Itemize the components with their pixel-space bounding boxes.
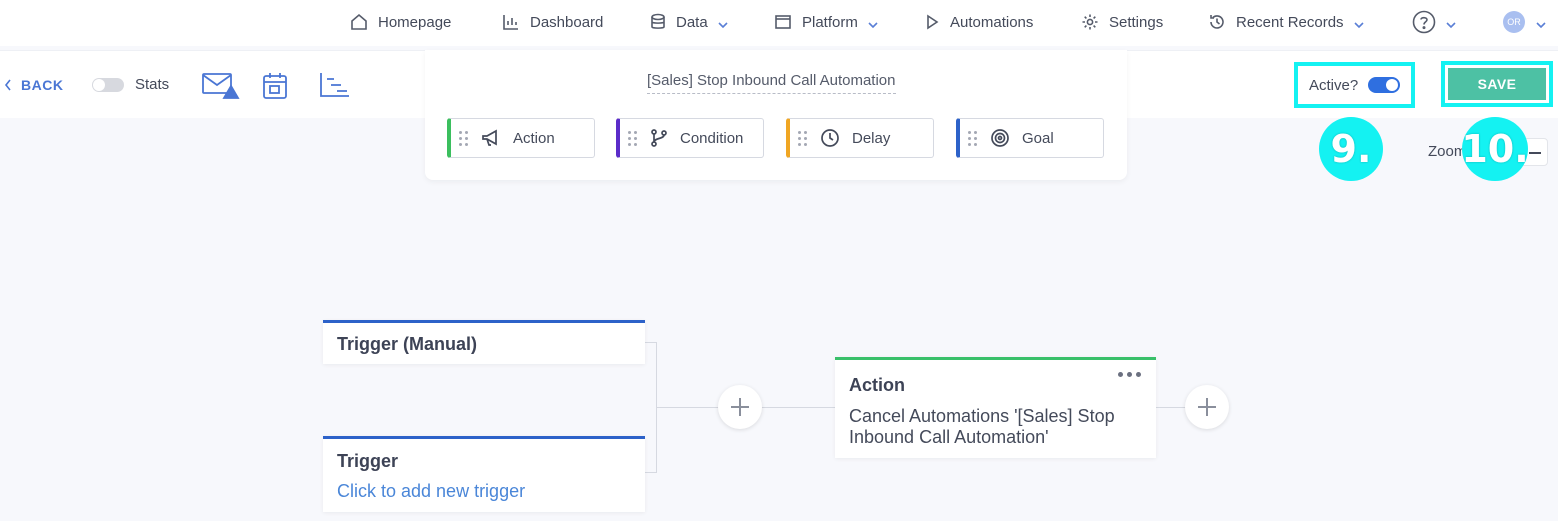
palette-block-label: Action	[513, 129, 555, 147]
email-warning-icon[interactable]	[201, 71, 243, 106]
annotation-badge-9: 9.	[1319, 117, 1383, 181]
palette-block-label: Condition	[680, 129, 744, 147]
clock-icon	[821, 129, 839, 147]
palette-block-label: Delay	[852, 129, 891, 147]
node-title: Trigger (Manual)	[337, 334, 478, 354]
drag-handle-icon[interactable]	[459, 130, 468, 146]
save-highlight: SAVE	[1441, 61, 1553, 107]
chevron-left-icon	[4, 79, 11, 91]
nav-settings[interactable]: Settings	[1081, 0, 1163, 44]
active-label: Active?	[1309, 76, 1359, 94]
nav-dashboard[interactable]: Dashboard	[502, 0, 603, 44]
palette-block-label: Goal	[1022, 129, 1054, 147]
nav-recent-records-label: Recent Records	[1236, 13, 1344, 31]
connector-line	[644, 472, 657, 473]
trigger-node[interactable]: Trigger Click to add new trigger	[323, 436, 645, 512]
nav-settings-label: Settings	[1109, 13, 1164, 31]
database-icon	[651, 13, 665, 29]
megaphone-icon	[482, 129, 497, 146]
avatar-menu[interactable]	[1536, 0, 1546, 44]
add-trigger-link[interactable]: Click to add new trigger	[337, 481, 525, 502]
back-label: BACK	[21, 77, 64, 93]
chevron-down-icon	[868, 17, 878, 29]
nav-dashboard-label: Dashboard	[530, 13, 604, 31]
connector-line	[1155, 407, 1187, 408]
nav-automations-label: Automations	[950, 13, 1034, 31]
branch-icon	[651, 129, 667, 147]
action-node[interactable]: Action Cancel Automations '[Sales] Stop …	[835, 357, 1156, 458]
stats-toggle[interactable]	[92, 78, 124, 92]
automation-name[interactable]: [Sales] Stop Inbound Call Automation	[647, 72, 896, 94]
chevron-down-icon	[1446, 17, 1456, 29]
add-step-button[interactable]	[1185, 385, 1229, 429]
chevron-down-icon	[1353, 17, 1364, 29]
annotation-badge-10: 10.	[1461, 117, 1529, 181]
action-description: Cancel Automations '[Sales] Stop Inbound…	[849, 406, 1115, 447]
nav-data-label: Data	[676, 13, 708, 31]
chevron-down-icon	[1536, 17, 1546, 29]
palette-block-delay[interactable]: Delay	[786, 118, 934, 158]
chevron-down-icon	[718, 17, 728, 29]
nav-homepage-label: Homepage	[378, 13, 452, 31]
avatar[interactable]: OR	[1503, 11, 1525, 33]
more-options-icon[interactable]	[1118, 372, 1141, 377]
back-button[interactable]: BACK	[4, 77, 63, 93]
top-nav: Homepage Dashboard Data Platform Automat…	[0, 0, 1558, 46]
window-icon	[775, 15, 791, 29]
drag-handle-icon[interactable]	[968, 130, 977, 146]
trigger-manual-node[interactable]: Trigger (Manual)	[323, 320, 645, 364]
add-step-button[interactable]	[718, 385, 762, 429]
play-icon	[927, 14, 939, 30]
home-icon	[351, 13, 367, 30]
palette-block-action[interactable]: Action	[447, 118, 595, 158]
nav-platform[interactable]: Platform	[774, 0, 878, 44]
nav-recent-records[interactable]: Recent Records	[1208, 0, 1364, 44]
stats-label: Stats	[135, 76, 170, 93]
active-toggle[interactable]	[1368, 77, 1401, 93]
gantt-icon[interactable]	[319, 71, 351, 104]
drag-handle-icon[interactable]	[798, 130, 807, 146]
dashboard-icon	[503, 15, 518, 30]
history-icon	[1210, 15, 1224, 29]
node-title: Trigger	[337, 451, 399, 471]
block-palette: [Sales] Stop Inbound Call Automation Act…	[425, 50, 1127, 180]
drag-handle-icon[interactable]	[628, 130, 637, 146]
nav-automations[interactable]: Automations	[924, 0, 1033, 44]
help-icon	[1412, 10, 1436, 34]
save-button[interactable]: SAVE	[1448, 68, 1546, 100]
palette-block-condition[interactable]: Condition	[616, 118, 764, 158]
active-control: Active?	[1294, 62, 1415, 108]
nav-homepage[interactable]: Homepage	[350, 0, 451, 44]
nav-platform-label: Platform	[802, 13, 858, 31]
target-icon	[991, 129, 1009, 147]
calendar-icon[interactable]	[262, 71, 288, 106]
nav-data[interactable]: Data	[650, 0, 728, 44]
gear-icon	[1082, 14, 1098, 30]
palette-block-goal[interactable]: Goal	[956, 118, 1104, 158]
node-title: Action	[849, 375, 905, 395]
nav-help[interactable]	[1412, 0, 1456, 44]
